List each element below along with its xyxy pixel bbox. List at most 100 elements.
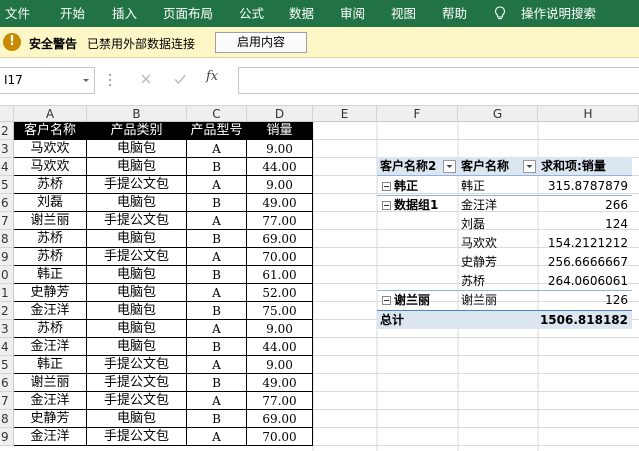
customer-name-cell[interactable]: 苏桥 [14, 230, 87, 248]
sales-cell[interactable]: 9.00 [247, 356, 313, 374]
product-category-cell[interactable]: 手提公文包 [87, 392, 187, 410]
tab-data[interactable]: 数据 [289, 0, 314, 27]
pivot-total-value[interactable]: 1506.818182 [540, 311, 628, 330]
tab-help[interactable]: 帮助 [442, 0, 467, 27]
sales-cell[interactable]: 69.00 [247, 230, 313, 248]
product-category-cell[interactable]: 电脑包 [87, 230, 187, 248]
resize-handle-icon[interactable] [108, 72, 112, 88]
product-model-cell[interactable]: A [187, 392, 247, 410]
sales-cell[interactable]: 44.00 [247, 158, 313, 176]
product-category-cell[interactable]: 电脑包 [87, 140, 187, 158]
tab-formulas[interactable]: 公式 [239, 0, 264, 27]
tab-review[interactable]: 审阅 [340, 0, 365, 27]
product-category-cell[interactable]: 手提公文包 [87, 374, 187, 392]
row-header[interactable]: 7 [0, 392, 14, 410]
row-header[interactable]: 9 [0, 428, 14, 446]
product-model-cell[interactable]: B [187, 266, 247, 284]
pivot-group-label[interactable]: 韩正 [394, 177, 418, 196]
column-header-a[interactable]: A [14, 106, 87, 122]
customer-name-cell[interactable]: 苏桥 [14, 176, 87, 194]
column-header-d[interactable]: D [247, 106, 313, 122]
pivot-item-name[interactable]: 金汪洋 [461, 196, 497, 215]
column-header-f[interactable]: F [377, 106, 458, 122]
customer-name-cell[interactable]: 金汪洋 [14, 302, 87, 320]
product-model-cell[interactable]: B [187, 410, 247, 428]
pivot-group-label[interactable]: 谢兰丽 [394, 291, 430, 310]
column-header-cell[interactable]: 产品型号 [187, 122, 247, 140]
enable-content-button[interactable]: 启用内容 [215, 32, 307, 53]
pivot-item-value[interactable]: 154.2121212 [548, 234, 628, 253]
customer-name-cell[interactable]: 韩正 [14, 266, 87, 284]
column-header-cell[interactable]: 客户名称 [14, 122, 87, 140]
pivot-item-name[interactable]: 马欢欢 [461, 234, 497, 253]
pivot-item-name[interactable]: 苏桥 [461, 272, 485, 291]
cancel-icon[interactable] [139, 72, 153, 86]
row-header[interactable]: 3 [0, 320, 14, 338]
product-model-cell[interactable]: B [187, 302, 247, 320]
row-header[interactable]: 6 [0, 374, 14, 392]
pivot-group-label[interactable]: 数据组1 [394, 196, 438, 215]
product-model-cell[interactable]: B [187, 158, 247, 176]
sales-cell[interactable]: 70.00 [247, 248, 313, 266]
sales-cell[interactable]: 77.00 [247, 392, 313, 410]
row-header[interactable]: 5 [0, 176, 14, 194]
sales-cell[interactable]: 49.00 [247, 374, 313, 392]
row-header[interactable]: 7 [0, 212, 14, 230]
column-header-e[interactable]: E [313, 106, 377, 122]
tell-me-search[interactable]: 操作说明搜索 [521, 0, 596, 27]
customer-name-cell[interactable]: 谢兰丽 [14, 212, 87, 230]
product-model-cell[interactable]: A [187, 212, 247, 230]
sales-cell[interactable]: 9.00 [247, 176, 313, 194]
customer-name-cell[interactable]: 韩正 [14, 356, 87, 374]
product-model-cell[interactable]: A [187, 140, 247, 158]
sales-cell[interactable]: 52.00 [247, 284, 313, 302]
row-header[interactable]: 9 [0, 248, 14, 266]
product-model-cell[interactable]: A [187, 176, 247, 194]
customer-name-cell[interactable]: 刘磊 [14, 194, 87, 212]
pivot-item-name[interactable]: 谢兰丽 [461, 291, 497, 310]
row-header[interactable]: 1 [0, 284, 14, 302]
insert-function-icon[interactable]: fx [206, 69, 218, 84]
product-category-cell[interactable]: 电脑包 [87, 302, 187, 320]
product-model-cell[interactable]: B [187, 230, 247, 248]
row-header[interactable]: 4 [0, 338, 14, 356]
customer-name-cell[interactable]: 谢兰丽 [14, 374, 87, 392]
product-model-cell[interactable]: A [187, 428, 247, 446]
product-category-cell[interactable]: 电脑包 [87, 194, 187, 212]
tab-home[interactable]: 开始 [60, 0, 85, 27]
column-header-cell[interactable]: 销量 [247, 122, 313, 140]
product-category-cell[interactable]: 电脑包 [87, 266, 187, 284]
chevron-down-icon[interactable] [80, 74, 92, 86]
product-model-cell[interactable]: A [187, 320, 247, 338]
row-header[interactable]: 4 [0, 158, 14, 176]
product-category-cell[interactable]: 手提公文包 [87, 428, 187, 446]
row-header[interactable]: 3 [0, 140, 14, 158]
pivot-item-value[interactable]: 124 [605, 215, 628, 234]
customer-name-cell[interactable]: 马欢欢 [14, 158, 87, 176]
customer-name-cell[interactable]: 马欢欢 [14, 140, 87, 158]
pivot-item-name[interactable]: 韩正 [461, 177, 485, 196]
column-header-h[interactable]: H [538, 106, 639, 122]
sales-cell[interactable]: 44.00 [247, 338, 313, 356]
pivot-item-value[interactable]: 315.8787879 [548, 177, 628, 196]
column-header-g[interactable]: G [458, 106, 538, 122]
row-header[interactable]: 2 [0, 302, 14, 320]
pivot-item-value[interactable]: 256.6666667 [548, 253, 628, 272]
customer-name-cell[interactable]: 苏桥 [14, 248, 87, 266]
product-category-cell[interactable]: 电脑包 [87, 338, 187, 356]
formula-input[interactable] [238, 67, 639, 94]
tab-file[interactable]: 文件 [5, 0, 30, 27]
product-category-cell[interactable]: 手提公文包 [87, 212, 187, 230]
product-category-cell[interactable]: 电脑包 [87, 410, 187, 428]
tab-view[interactable]: 视图 [391, 0, 416, 27]
enter-icon[interactable] [173, 72, 187, 86]
column-header-c[interactable]: C [187, 106, 247, 122]
column-header-cell[interactable]: 产品类别 [87, 122, 187, 140]
column-header-b[interactable]: B [87, 106, 187, 122]
sales-cell[interactable]: 75.00 [247, 302, 313, 320]
customer-name-cell[interactable]: 史静芳 [14, 410, 87, 428]
tab-page-layout[interactable]: 页面布局 [163, 0, 213, 27]
pivot-item-value[interactable]: 126 [605, 291, 628, 310]
sales-cell[interactable]: 49.00 [247, 194, 313, 212]
sales-cell[interactable]: 61.00 [247, 266, 313, 284]
